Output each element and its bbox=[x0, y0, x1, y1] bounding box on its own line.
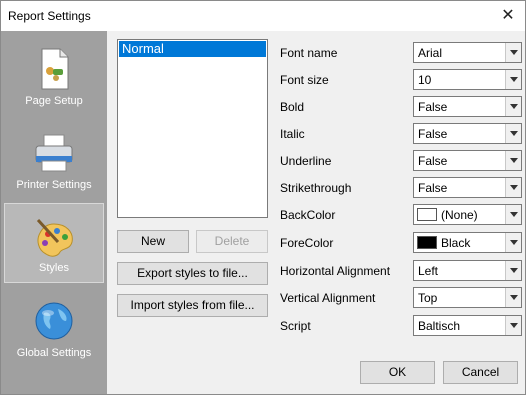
horizontal-alignment-combo[interactable]: Left bbox=[413, 260, 522, 281]
palette-icon bbox=[36, 218, 73, 257]
sidebar-item-page-setup[interactable]: Page Setup bbox=[4, 35, 104, 115]
chevron-down-icon[interactable] bbox=[505, 43, 521, 62]
vertical-alignment-combo[interactable]: Top bbox=[413, 287, 522, 308]
forecolor-label: ForeColor bbox=[280, 236, 334, 250]
chevron-down-icon[interactable] bbox=[505, 70, 521, 89]
chevron-down-icon[interactable] bbox=[505, 151, 521, 170]
export-styles-button[interactable]: Export styles to file... bbox=[117, 262, 268, 285]
underline-label: Underline bbox=[280, 154, 332, 168]
ok-button[interactable]: OK bbox=[360, 361, 435, 384]
script-value: Baltisch bbox=[418, 319, 461, 333]
vertical-alignment-value: Top bbox=[418, 291, 438, 305]
backcolor-label: BackColor bbox=[280, 208, 336, 222]
sidebar-item-printer-settings[interactable]: Printer Settings bbox=[4, 119, 104, 199]
italic-combo[interactable]: False bbox=[413, 123, 522, 144]
bold-value: False bbox=[418, 100, 448, 114]
import-styles-button[interactable]: Import styles from file... bbox=[117, 294, 268, 317]
globe-icon bbox=[35, 302, 73, 340]
sidebar-item-label: Printer Settings bbox=[16, 179, 92, 191]
horizontal-alignment-value: Left bbox=[418, 264, 439, 278]
font-size-combo[interactable]: 10 bbox=[413, 69, 522, 90]
strikethrough-combo[interactable]: False bbox=[413, 177, 522, 198]
sidebar-item-styles[interactable]: Styles bbox=[4, 203, 104, 283]
styles-listbox[interactable]: Normal bbox=[117, 39, 268, 218]
chevron-down-icon[interactable] bbox=[505, 261, 521, 280]
underline-value: False bbox=[418, 154, 448, 168]
font-size-value: 10 bbox=[418, 73, 432, 87]
chevron-down-icon[interactable] bbox=[505, 233, 521, 252]
new-button[interactable]: New bbox=[117, 230, 189, 253]
backcolor-swatch bbox=[417, 208, 437, 221]
italic-label: Italic bbox=[280, 127, 305, 141]
font-name-combo[interactable]: Arial bbox=[413, 42, 522, 63]
chevron-down-icon[interactable] bbox=[505, 178, 521, 197]
bold-combo[interactable]: False bbox=[413, 96, 522, 117]
sidebar-item-label: Page Setup bbox=[25, 95, 83, 107]
forecolor-value: Black bbox=[441, 236, 471, 250]
script-combo[interactable]: Baltisch bbox=[413, 315, 522, 336]
chevron-down-icon[interactable] bbox=[505, 97, 521, 116]
forecolor-combo[interactable]: Black bbox=[413, 232, 522, 253]
script-label: Script bbox=[280, 319, 311, 333]
chevron-down-icon[interactable] bbox=[505, 316, 521, 335]
italic-value: False bbox=[418, 127, 448, 141]
chevron-down-icon[interactable] bbox=[505, 288, 521, 307]
report-settings-window: Report Settings ✕ Page Setup Printer Set… bbox=[0, 0, 526, 395]
chevron-down-icon[interactable] bbox=[505, 124, 521, 143]
underline-combo[interactable]: False bbox=[413, 150, 522, 171]
cancel-button[interactable]: Cancel bbox=[443, 361, 518, 384]
close-icon[interactable]: ✕ bbox=[491, 1, 525, 31]
title-bar: Report Settings ✕ bbox=[1, 1, 525, 31]
strikethrough-value: False bbox=[418, 181, 448, 195]
sidebar-item-global-settings[interactable]: Global Settings bbox=[4, 287, 104, 367]
horizontal-alignment-label: Horizontal Alignment bbox=[280, 264, 391, 278]
backcolor-value: (None) bbox=[441, 208, 478, 222]
font-name-value: Arial bbox=[418, 46, 443, 60]
chevron-down-icon[interactable] bbox=[505, 205, 521, 224]
font-size-label: Font size bbox=[280, 73, 329, 87]
backcolor-combo[interactable]: (None) bbox=[413, 204, 522, 225]
window-title: Report Settings bbox=[8, 9, 91, 23]
delete-button[interactable]: Delete bbox=[196, 230, 268, 253]
page-setup-icon bbox=[41, 48, 69, 90]
strikethrough-label: Strikethrough bbox=[280, 181, 352, 195]
bold-label: Bold bbox=[280, 100, 305, 114]
list-item[interactable]: Normal bbox=[119, 41, 266, 57]
sidebar-item-label: Global Settings bbox=[16, 347, 92, 359]
forecolor-swatch bbox=[417, 236, 437, 249]
sidebar-item-label: Styles bbox=[39, 262, 69, 274]
font-name-label: Font name bbox=[280, 46, 338, 60]
printer-icon bbox=[35, 134, 73, 172]
sidebar: Page Setup Printer Settings Styles Globa… bbox=[1, 31, 107, 394]
vertical-alignment-label: Vertical Alignment bbox=[280, 291, 376, 305]
